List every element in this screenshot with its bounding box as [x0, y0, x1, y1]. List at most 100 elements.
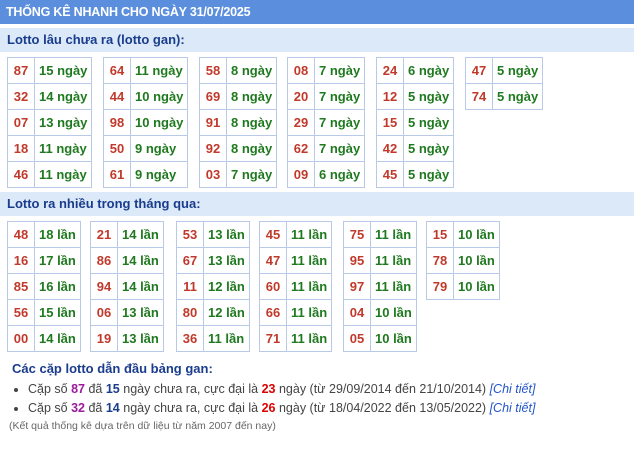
freq-row: 79 10 lần	[426, 273, 500, 300]
freq-group-table: 48 18 lần 16 17 lần 85 16 lần 56 15 lần 00 14 lần	[7, 221, 81, 352]
gan-row: 87 15 ngày	[7, 57, 93, 84]
gan-section-title: Lotto lâu chưa ra (lotto gan):	[0, 28, 634, 52]
gan-row: 74 5 ngày	[465, 83, 544, 110]
gan-number: 32	[7, 83, 35, 110]
gan-number: 45	[376, 161, 404, 188]
freq-number: 45	[259, 221, 287, 248]
freq-row: 71 11 lần	[259, 325, 333, 352]
freq-number: 05	[343, 325, 371, 352]
freq-row: 21 14 lần	[90, 221, 164, 248]
gan-count: 7 ngày	[225, 161, 278, 188]
freq-row: 95 11 lần	[343, 247, 417, 274]
gan-count: 7 ngày	[313, 57, 366, 84]
gan-count: 8 ngày	[225, 109, 278, 136]
gan-number: 42	[376, 135, 404, 162]
gan-number: 18	[7, 135, 35, 162]
footnote: (Kết quả thống kê dựa trên dữ liệu từ nă…	[9, 420, 276, 432]
gan-count: 5 ngày	[402, 135, 455, 162]
gan-group-table: 87 15 ngày 32 14 ngày 07 13 ngày 18 11 ngày 46 11…	[7, 57, 93, 188]
gan-row: 64 11 ngày	[103, 57, 189, 84]
gan-number: 44	[103, 83, 131, 110]
gan-row: 20 7 ngày	[287, 83, 366, 110]
freq-row: 06 13 lần	[90, 299, 164, 326]
gan-count: 7 ngày	[313, 83, 366, 110]
gan-count: 5 ngày	[491, 83, 544, 110]
freq-number: 71	[259, 325, 287, 352]
lead-item: Cặp số 87 đã 15 ngày chưa ra, cực đại là…	[28, 380, 634, 399]
gan-count: 11 ngày	[129, 57, 189, 84]
freq-row: 56 15 lần	[7, 299, 81, 326]
freq-number: 16	[7, 247, 35, 274]
gan-number: 20	[287, 83, 315, 110]
freq-row: 60 11 lần	[259, 273, 333, 300]
freq-count: 10 lần	[370, 299, 417, 326]
freq-count: 14 lần	[34, 325, 81, 352]
gan-count: 13 ngày	[33, 109, 93, 136]
lead-days: 14	[105, 401, 120, 415]
gan-row: 08 7 ngày	[287, 57, 366, 84]
freq-count: 13 lần	[117, 325, 164, 352]
freq-groups: 48 18 lần 16 17 lần 85 16 lần 56 15 lần 00 14 lần…	[0, 221, 634, 352]
freq-row: 05 10 lần	[343, 325, 417, 352]
freq-number: 53	[176, 221, 204, 248]
lead-text: ngày (từ 18/04/2022 đến 13/05/2022)	[275, 401, 490, 415]
gan-group-table: 08 7 ngày 20 7 ngày 29 7 ngày 62 7 ngày 09 6 ngày	[287, 57, 366, 188]
freq-count: 11 lần	[285, 247, 333, 274]
gan-count: 6 ngày	[313, 161, 366, 188]
lead-text: ngày (từ 29/09/2014 đến 21/10/2014)	[275, 382, 490, 396]
freq-row: 00 14 lần	[7, 325, 81, 352]
freq-number: 86	[90, 247, 118, 274]
gan-count: 5 ngày	[402, 161, 455, 188]
gan-number: 09	[287, 161, 315, 188]
freq-number: 21	[90, 221, 118, 248]
freq-count: 11 lần	[285, 221, 333, 248]
gan-number: 98	[103, 109, 131, 136]
gan-number: 61	[103, 161, 131, 188]
lead-text: Cặp số	[28, 401, 72, 415]
lead-max: 23	[261, 382, 276, 396]
freq-count: 11 lần	[370, 221, 417, 248]
gan-number: 47	[465, 57, 493, 84]
freq-row: 11 12 lần	[176, 273, 250, 300]
gan-row: 44 10 ngày	[103, 83, 189, 110]
gan-group-table: 58 8 ngày 69 8 ngày 91 8 ngày 92 8 ngày 03 7 ngày	[199, 57, 278, 188]
gan-count: 11 ngày	[33, 161, 93, 188]
gan-number: 74	[465, 83, 493, 110]
freq-count: 17 lần	[34, 247, 81, 274]
freq-row: 86 14 lần	[90, 247, 164, 274]
freq-count: 10 lần	[453, 247, 500, 274]
gan-number: 50	[103, 135, 131, 162]
freq-count: 14 lần	[117, 273, 164, 300]
freq-row: 15 10 lần	[426, 221, 500, 248]
gan-row: 92 8 ngày	[199, 135, 278, 162]
freq-row: 85 16 lần	[7, 273, 81, 300]
freq-number: 80	[176, 299, 204, 326]
freq-count: 12 lần	[203, 299, 250, 326]
gan-count: 5 ngày	[491, 57, 544, 84]
lead-max: 26	[261, 401, 276, 415]
freq-count: 15 lần	[34, 299, 81, 326]
gan-number: 08	[287, 57, 315, 84]
freq-number: 00	[7, 325, 35, 352]
freq-count: 11 lần	[203, 325, 250, 352]
gan-number: 62	[287, 135, 315, 162]
freq-number: 56	[7, 299, 35, 326]
freq-count: 14 lần	[117, 221, 164, 248]
detail-link[interactable]: [Chi tiết]	[490, 401, 536, 415]
detail-link[interactable]: [Chi tiết]	[490, 382, 536, 396]
freq-number: 15	[426, 221, 454, 248]
lead-text: Cặp số	[28, 382, 72, 396]
lead-text: ngày chưa ra, cực đại là	[119, 401, 262, 415]
gan-number: 58	[199, 57, 227, 84]
gan-row: 03 7 ngày	[199, 161, 278, 188]
gan-row: 42 5 ngày	[376, 135, 455, 162]
freq-count: 13 lần	[117, 299, 164, 326]
freq-count: 13 lần	[203, 221, 250, 248]
gan-number: 92	[199, 135, 227, 162]
gan-count: 6 ngày	[402, 57, 455, 84]
gan-count: 10 ngày	[129, 83, 189, 110]
freq-row: 48 18 lần	[7, 221, 81, 248]
gan-number: 12	[376, 83, 404, 110]
freq-count: 13 lần	[203, 247, 250, 274]
gan-row: 69 8 ngày	[199, 83, 278, 110]
